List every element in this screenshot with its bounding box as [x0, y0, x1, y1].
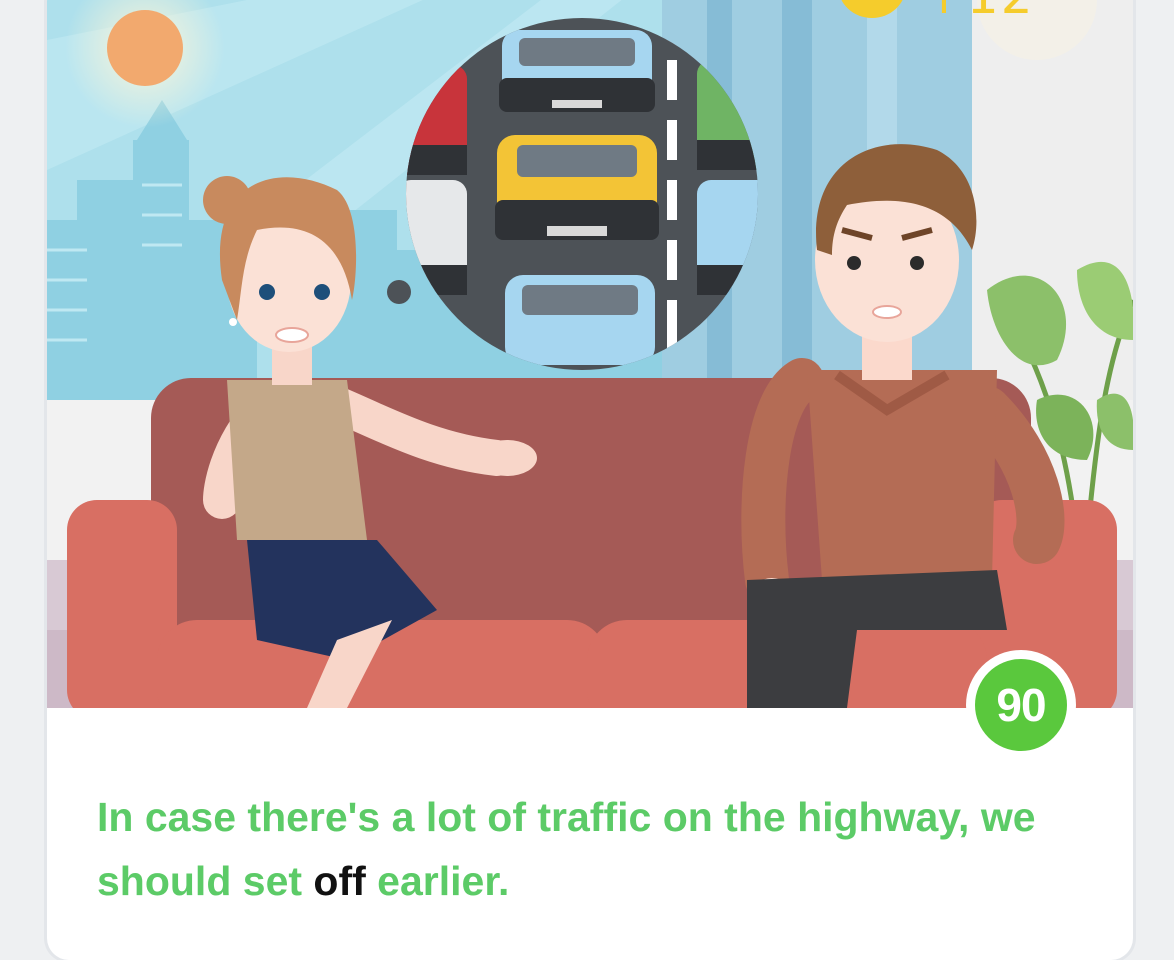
coin-count: +12: [923, 0, 1035, 21]
sentence-keyword: off: [313, 858, 366, 904]
coin-reward: +12: [837, 0, 1035, 21]
lesson-sentence: In case there's a lot of traffic on the …: [97, 785, 1097, 913]
scene-illustration: [47, 0, 1133, 708]
car-icon: [505, 275, 655, 365]
car-icon: [495, 135, 659, 240]
score-badge: 90: [966, 650, 1076, 760]
sentence-text-before: In case there's a lot of traffic on the …: [97, 794, 1036, 904]
coin-icon: [841, 0, 903, 18]
score-value: 90: [975, 659, 1067, 751]
sentence-text-after: earlier.: [365, 858, 510, 904]
car-icon: [499, 30, 655, 112]
lesson-card: +12 90 In case there's a lot of traffic …: [47, 0, 1133, 960]
